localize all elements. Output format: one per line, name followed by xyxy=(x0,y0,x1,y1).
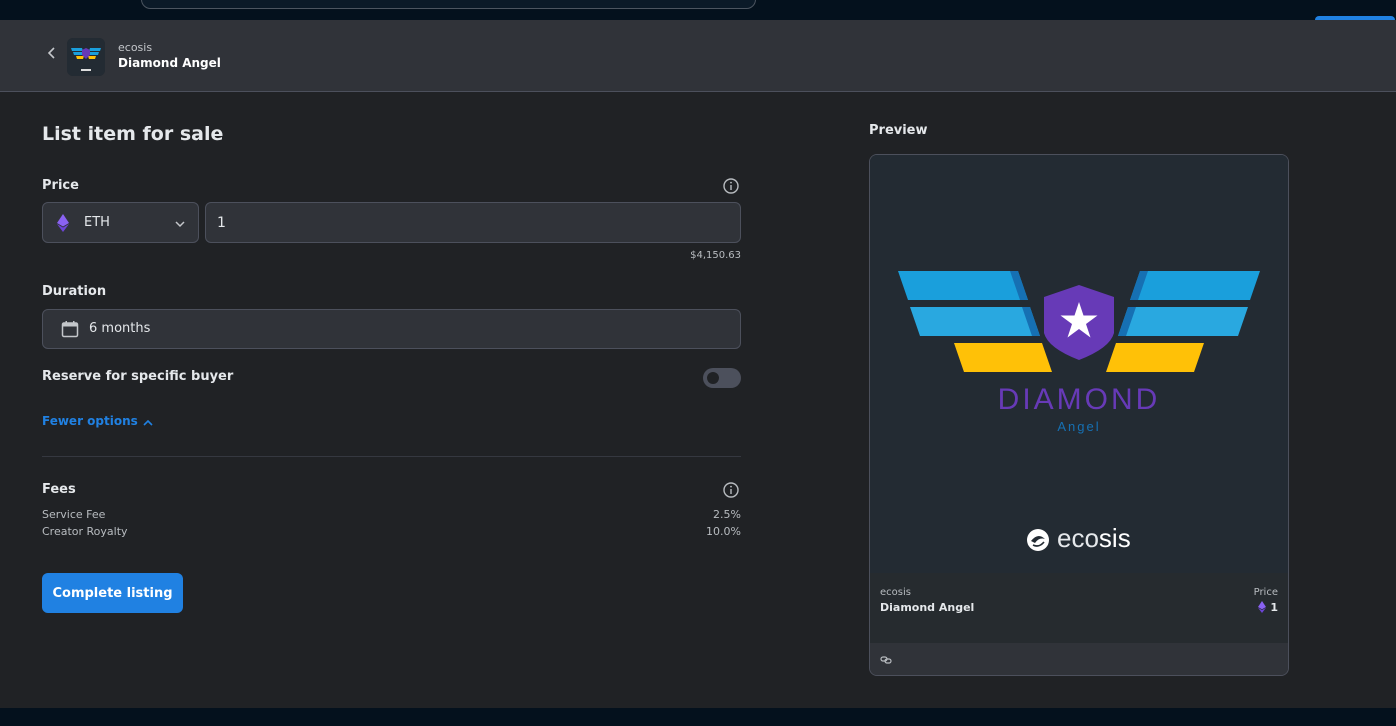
preview-item-name: Diamond Angel xyxy=(880,601,975,614)
chevron-down-icon xyxy=(173,216,187,230)
chevron-up-icon xyxy=(142,417,154,427)
wordmark-prefix: eco xyxy=(1057,523,1099,553)
art-title: DIAMOND xyxy=(997,383,1161,416)
top-navbar xyxy=(0,0,1396,22)
preview-collection: ecosis xyxy=(880,587,911,598)
fee-value: 2.5% xyxy=(713,508,741,521)
fee-row-service: Service Fee 2.5% xyxy=(42,508,741,521)
header-item-name: Diamond Angel xyxy=(118,56,221,70)
link-icon[interactable] xyxy=(880,651,892,664)
page-title: List item for sale xyxy=(42,123,224,145)
calendar-icon xyxy=(61,320,79,338)
page-footer xyxy=(0,708,1396,726)
fee-value: 10.0% xyxy=(706,525,741,538)
fee-label: Service Fee xyxy=(42,508,106,521)
search-bar[interactable] xyxy=(141,0,756,9)
price-label: Price xyxy=(42,178,79,193)
fee-label: Creator Royalty xyxy=(42,525,128,538)
header-collection-name[interactable]: ecosis xyxy=(118,41,152,54)
preview-card[interactable]: DIAMOND Angel ecosis ecosis Diamond Ange… xyxy=(869,154,1289,676)
duration-label: Duration xyxy=(42,284,107,299)
item-thumbnail xyxy=(67,38,105,76)
price-info-icon[interactable] xyxy=(722,177,740,195)
fees-label: Fees xyxy=(42,482,76,497)
toggle-knob xyxy=(707,372,719,384)
ethereum-icon xyxy=(57,214,69,232)
complete-listing-button[interactable]: Complete listing xyxy=(42,573,183,613)
fewer-options-label: Fewer options xyxy=(42,414,138,428)
fewer-options-link[interactable]: Fewer options xyxy=(42,414,154,428)
preview-artwork: DIAMOND Angel ecosis xyxy=(870,155,1288,573)
usd-value: $4,150.63 xyxy=(690,250,741,261)
ecosis-logo-icon xyxy=(1026,528,1050,552)
divider xyxy=(42,456,741,457)
currency-select[interactable]: ETH xyxy=(42,202,199,243)
listing-main: List item for sale Price ETH $4,150.63 D… xyxy=(0,92,1396,708)
preview-price-label: Price xyxy=(1253,587,1278,598)
ethereum-icon xyxy=(1258,601,1267,613)
item-header: ecosis Diamond Angel xyxy=(0,20,1396,92)
price-input[interactable] xyxy=(205,202,741,243)
preview-footer xyxy=(870,645,1288,675)
fee-row-royalty: Creator Royalty 10.0% xyxy=(42,525,741,538)
duration-picker[interactable]: 6 months xyxy=(42,309,741,349)
preview-price-value: 1 xyxy=(1270,601,1278,614)
preview-label: Preview xyxy=(869,123,928,138)
reserve-toggle[interactable] xyxy=(703,368,741,388)
ecosis-wordmark: ecosis xyxy=(1057,523,1131,554)
preview-info: ecosis Diamond Angel Price 1 xyxy=(870,573,1288,643)
art-subtitle: Angel xyxy=(1057,419,1101,434)
back-icon[interactable] xyxy=(44,44,60,62)
wordmark-suffix: sis xyxy=(1098,523,1131,553)
duration-value: 6 months xyxy=(89,321,151,336)
reserve-label: Reserve for specific buyer xyxy=(42,369,234,384)
fees-info-icon[interactable] xyxy=(722,481,740,499)
preview-price: 1 xyxy=(1258,601,1278,614)
currency-value: ETH xyxy=(84,215,110,230)
